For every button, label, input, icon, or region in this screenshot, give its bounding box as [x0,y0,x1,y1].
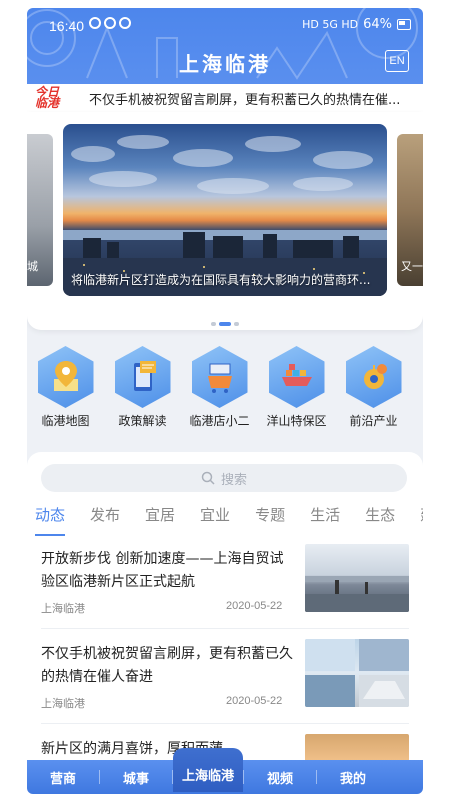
banner-main-slide[interactable]: 将临港新片区打造成为在国际具有较大影响力的营商环... [63,124,387,296]
tab-bar: 动态 发布 宜居 宜业 专题 生活 生态 建设 [35,504,423,536]
status-right: HD 5G HD 64% [302,17,411,32]
tab-publish[interactable]: 发布 [90,504,120,532]
page-title: 上海临港 [179,52,271,76]
tab-dynamic[interactable]: 动态 [35,504,66,536]
notification-icon [119,17,131,29]
category-yangshan[interactable]: 洋山特保区 [258,346,335,446]
status-time: 16:40 [49,18,85,34]
category-map[interactable]: 临港地图 [27,346,104,446]
category-policy[interactable]: 政策解读 [104,346,181,446]
news-panel: 搜索 动态 发布 宜居 宜业 专题 生活 生态 建设 开放新步伐 创新加速度——… [27,452,423,794]
category-label: 洋山特保区 [266,414,327,428]
news-ticker[interactable]: 今日 临港 不仅手机被祝贺留言刷屏，更有积蓄已久的热情在催... [27,84,423,112]
category-label: 政策解读 [118,414,167,428]
nav-mine[interactable]: 我的 [317,768,389,787]
news-thumbnail [305,544,409,612]
phone-screen: 16:40 HD 5G HD 64% 上海临港 EN 今日 临港 不仅手机被祝贺… [27,8,423,794]
news-source: 上海临港 [41,602,85,615]
banner-prev-slide[interactable]: 城 [27,134,53,286]
tab-business[interactable]: 宜业 [200,504,230,532]
category-industry[interactable]: 前沿产业 [335,346,412,446]
ticker-logo-line2: 临港 [35,96,60,110]
category-service[interactable]: 临港店小二 [181,346,258,446]
notification-icon [89,17,101,29]
pagination-dot-active [219,322,231,326]
search-placeholder: 搜索 [220,472,247,488]
banner-pagination [27,322,423,326]
ticker-headline[interactable]: 不仅手机被祝贺留言刷屏，更有积蓄已久的热情在催... [89,89,414,108]
ship-icon [268,346,325,408]
banner-sky-image [71,135,373,194]
news-title: 开放新步伐 创新加速度——上海自贸试验区临港新片区正式起航 [41,551,284,590]
nav-business[interactable]: 营商 [27,768,99,787]
tab-ecology[interactable]: 生态 [365,504,395,532]
battery-icon [397,19,411,30]
tab-construction[interactable]: 建设 [420,504,423,532]
news-date: 2020-05-22 [226,600,283,612]
notification-icon [104,17,116,29]
pagination-dot [234,322,239,326]
nav-city[interactable]: 城事 [100,768,172,787]
nav-video[interactable]: 视频 [244,768,316,787]
pagination-dot [211,322,216,326]
tab-topic[interactable]: 专题 [255,504,285,532]
search-icon [201,471,215,485]
bottom-nav: 营商 城事 上海临港 视频 我的 [27,748,423,794]
language-button[interactable]: EN [385,50,409,72]
news-item[interactable]: 不仅手机被祝贺留言刷屏，更有积蓄已久的热情在催人奋进 上海临港 2020-05-… [41,629,409,724]
news-item[interactable]: 开放新步伐 创新加速度——上海自贸试验区临港新片区正式起航 上海临港 2020-… [41,534,409,629]
category-label: 临港店小二 [189,414,250,428]
news-thumbnail [305,639,409,707]
banner-caption: 将临港新片区打造成为在国际具有较大影响力的营商环... [71,273,371,287]
ticker-logo: 今日 临港 [35,86,75,110]
search-input[interactable]: 搜索 [41,464,407,492]
cart-icon [191,346,248,408]
tab-life[interactable]: 生活 [310,504,340,532]
category-grid: 临港地图 政策解读 临港店小二 洋山特保区 前沿产业 [27,346,423,446]
banner-next-slide[interactable]: 又一 [397,134,423,286]
banner-next-caption: 又一 [401,260,423,273]
nav-home[interactable]: 上海临港 [173,748,243,792]
gear-icon [345,346,402,408]
category-label: 临港地图 [41,414,90,428]
news-title: 不仅手机被祝贺留言刷屏，更有积蓄已久的热情在催人奋进 [41,646,293,685]
status-bar: 16:40 HD 5G HD 64% [27,8,423,42]
news-title: 新片区的满月喜饼，厚积而薄 [41,741,223,757]
phone-doc-icon [114,346,171,408]
banner-card: 城 将临港新片区打造成为在国际具有较大影响力的营商环... 又一 [27,112,423,330]
news-source: 上海临港 [41,697,85,710]
tab-livable[interactable]: 宜居 [145,504,175,532]
news-date: 2020-05-22 [226,695,283,707]
network-label: HD 5G HD [302,18,359,31]
status-app-icons [89,17,131,29]
map-pin-icon [37,346,94,408]
category-label: 前沿产业 [349,414,398,428]
banner-prev-caption: 城 [27,260,38,273]
battery-percent: 64% [363,17,392,32]
